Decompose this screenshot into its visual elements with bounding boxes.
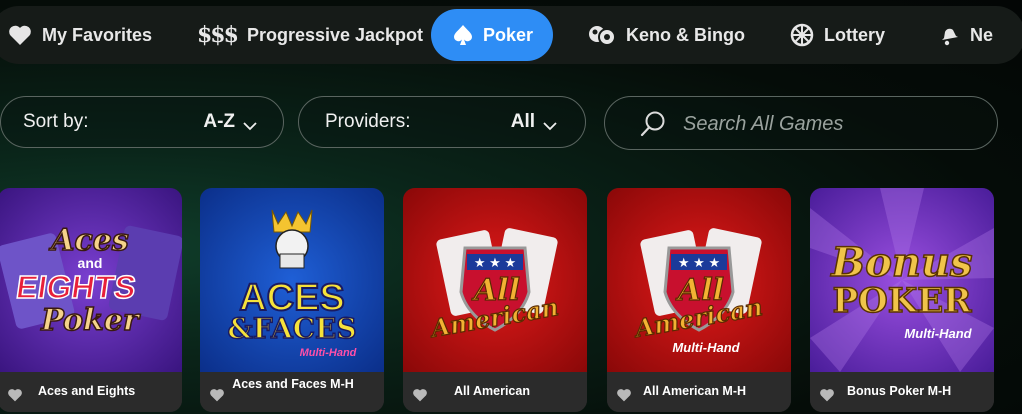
lottery-wheel-icon: [790, 23, 814, 47]
game-thumbnail: ACES &FACES Multi-Hand: [200, 188, 384, 372]
category-label: Poker: [483, 24, 534, 45]
bingo-balls-icon: [588, 24, 616, 46]
sort-by-label: Sort by:: [23, 111, 89, 132]
art-title-line: &FACES: [227, 312, 356, 345]
dollar-signs-icon: $$$: [197, 22, 239, 48]
art-title-line: Bonus: [830, 239, 972, 286]
card-footer: Aces and Faces M-H: [200, 372, 384, 412]
category-my-favorites[interactable]: My Favorites: [8, 9, 152, 61]
heart-icon: [8, 24, 32, 46]
chevron-down-icon: [543, 115, 557, 137]
game-card-all-american[interactable]: ★ ★ ★ All American All American: [403, 188, 587, 412]
art-title-line: Multi-Hand: [904, 326, 972, 341]
category-label: My Favorites: [42, 24, 153, 45]
providers-dropdown[interactable]: Providers: All: [298, 96, 586, 148]
game-card-aces-and-faces-mh[interactable]: ACES &FACES Multi-Hand Aces and Faces M-…: [200, 188, 384, 412]
card-footer: All American M-H: [607, 372, 791, 412]
game-card-bonus-poker-mh[interactable]: Bonus POKER Multi-Hand Bonus Poker M-H: [810, 188, 994, 412]
svg-text:★ ★ ★: ★ ★ ★: [474, 255, 516, 270]
game-thumbnail: ★ ★ ★ All American Multi-Hand: [607, 188, 791, 372]
category-label: Progressive Jackpot: [246, 24, 424, 45]
art-title-line: Poker: [40, 303, 141, 338]
search-box: [604, 96, 998, 151]
game-thumbnail: Aces and EIGHTS Poker: [0, 188, 182, 372]
game-card-all-american-mh[interactable]: ★ ★ ★ All American Multi-Hand All Americ…: [607, 188, 791, 412]
category-keno-bingo[interactable]: Keno & Bingo: [588, 9, 745, 61]
art-title-line: Multi-Hand: [672, 340, 740, 355]
art-title-line: EIGHTS: [14, 269, 138, 305]
game-card-aces-and-eights[interactable]: Aces and EIGHTS Poker Aces and Eights: [0, 188, 182, 412]
search-icon[interactable]: [639, 110, 667, 143]
category-bar: My Favorites $$$ Progressive Jackpot Pok…: [0, 6, 1022, 64]
card-footer: Bonus Poker M-H: [810, 372, 994, 412]
category-label: Lottery: [824, 24, 886, 45]
card-footer: Aces and Eights: [0, 372, 182, 412]
category-label: Keno & Bingo: [626, 24, 745, 45]
spade-icon: [453, 24, 473, 46]
card-footer: All American: [403, 372, 587, 412]
providers-value: All: [510, 111, 535, 132]
favorite-heart-icon[interactable]: [819, 388, 835, 407]
game-name: All American: [454, 384, 530, 398]
game-name: All American M-H: [643, 384, 747, 398]
game-name: Bonus Poker M-H: [847, 384, 952, 398]
providers-label: Providers:: [325, 111, 411, 132]
game-name: Aces and Faces M-H: [232, 377, 354, 391]
chevron-down-icon: [243, 115, 257, 137]
art-title-line: POKER: [833, 281, 973, 321]
sort-by-value: A-Z: [203, 111, 235, 132]
favorite-heart-icon[interactable]: [412, 388, 428, 407]
game-thumbnail: Bonus POKER Multi-Hand: [810, 188, 994, 372]
bell-icon: [938, 24, 960, 46]
favorite-heart-icon[interactable]: [616, 388, 632, 407]
category-label: Ne: [970, 24, 994, 45]
category-lottery[interactable]: Lottery: [790, 9, 885, 61]
search-input[interactable]: [681, 97, 985, 151]
category-progressive-jackpot[interactable]: $$$ Progressive Jackpot: [197, 9, 423, 61]
sort-by-dropdown[interactable]: Sort by: A-Z: [0, 96, 284, 148]
svg-text:★ ★ ★: ★ ★ ★: [678, 255, 720, 270]
category-new[interactable]: Ne: [938, 9, 993, 61]
game-name: Aces and Eights: [38, 384, 136, 398]
art-title-line: Multi-Hand: [300, 347, 357, 359]
category-poker[interactable]: Poker: [431, 9, 554, 61]
favorite-heart-icon[interactable]: [7, 388, 23, 407]
favorite-heart-icon[interactable]: [209, 388, 225, 407]
game-thumbnail: ★ ★ ★ All American: [403, 188, 587, 372]
art-title-line: Aces: [48, 223, 129, 258]
